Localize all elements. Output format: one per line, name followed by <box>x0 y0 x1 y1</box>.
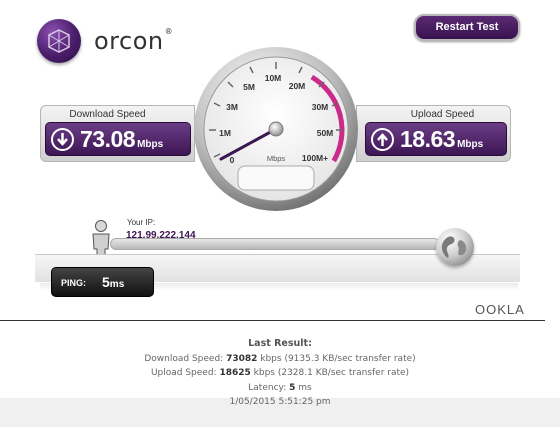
ping-display: PING: 5ms <box>51 267 154 297</box>
gauge-unit-label: Mbps <box>267 154 286 163</box>
gauge-tick-label: 50M <box>317 128 334 138</box>
gauge-tick-label: 10M <box>265 73 282 83</box>
upload-title: Upload Speed <box>410 109 475 120</box>
upload-arrow-icon <box>371 128 394 151</box>
download-speed-value: 73.08 Mbps <box>80 126 164 152</box>
upload-panel: Upload Speed 18.63 Mbps <box>356 105 511 162</box>
gauge-tick-label: 5M <box>243 82 255 92</box>
download-panel: Download Speed 73.08 Mbps <box>40 105 195 162</box>
gauge-tick-label: 0 <box>230 155 235 165</box>
download-arrow-icon <box>51 128 74 151</box>
download-title: Download Speed <box>69 109 146 120</box>
result-download-line: Download Speed: 73082 kbps (9135.3 KB/se… <box>144 353 416 364</box>
result-timestamp: 1/05/2015 5:51:25 pm <box>229 397 331 407</box>
ookla-logo: OOKLA <box>475 302 525 317</box>
upload-speed-value: 18.63 Mbps <box>400 126 484 152</box>
gauge-tick-label: 20M <box>289 81 306 91</box>
result-upload-line: Upload Speed: 18625 kbps (2328.1 KB/sec … <box>150 368 410 378</box>
download-readout: 73.08 Mbps <box>45 122 191 156</box>
divider <box>0 320 545 321</box>
restart-test-button[interactable]: Restart Test <box>414 14 520 41</box>
ping-value: 5ms <box>102 274 125 290</box>
gauge-tick-label: 30M <box>312 102 329 112</box>
gauge-digital-display <box>237 165 315 191</box>
last-result-section: Last Result: Download Speed: 73082 kbps … <box>0 337 560 410</box>
upload-readout: 18.63 Mbps <box>365 122 507 156</box>
connection-track <box>110 238 440 250</box>
ip-label: Your IP: <box>127 218 156 227</box>
gauge-tick-label: 1M <box>219 128 231 138</box>
orcon-logo-icon <box>37 19 81 63</box>
gauge-tick-label: 3M <box>226 102 238 112</box>
result-latency-line: Latency: 5 ms <box>248 382 312 393</box>
brand-name: orcon® <box>94 27 174 55</box>
speed-gauge: 0 1M 3M 5M 10M 20M 30M 50M 100M+ Mbps <box>193 46 359 212</box>
last-result-title: Last Result: <box>248 338 312 349</box>
gauge-hub <box>268 121 284 137</box>
globe-icon <box>436 228 474 266</box>
gauge-tick-label: 100M+ <box>302 153 328 163</box>
ping-label: PING: <box>61 278 87 288</box>
